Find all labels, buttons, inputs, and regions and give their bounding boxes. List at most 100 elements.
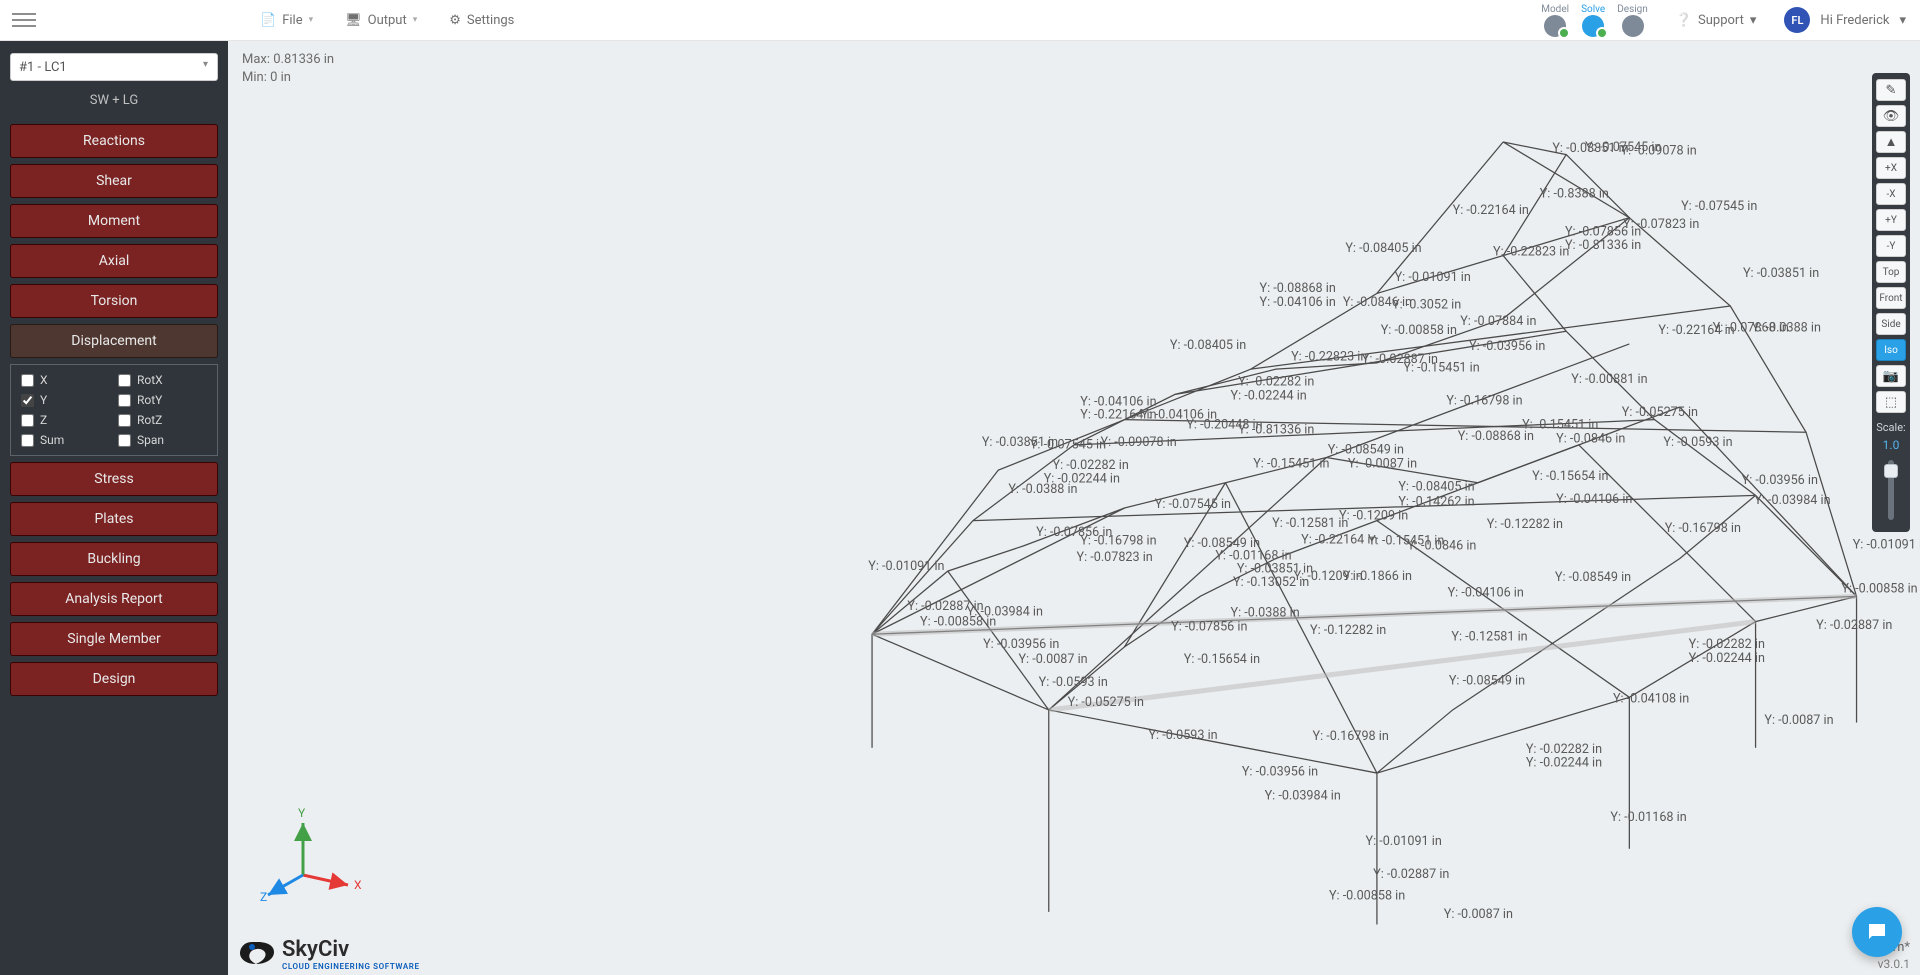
btn-moment[interactable]: Moment [10,204,218,238]
chk-rotx[interactable]: RotX [118,373,207,387]
displacement-label: Y: -0.04106 in [1260,295,1336,310]
tool-screenshot[interactable]: 📷 [1876,365,1906,387]
displacement-label: Y: -0.15451 in [1253,457,1329,472]
displacement-label: Y: -0.12282 in [1310,623,1386,638]
btn-design[interactable]: Design [10,662,218,696]
view-iso[interactable]: Iso [1876,339,1906,361]
tool-contour[interactable]: ▲ [1876,131,1906,153]
btn-single[interactable]: Single Member [10,622,218,656]
displacement-label: Y: -0.03956 in [1742,473,1818,488]
displacement-label: Y: -0.12581 in [1451,630,1527,645]
displacement-components: X RotX Y RotY Z RotZ Sum Span [10,364,218,456]
displacement-label: Y: -0.03956 in [1469,339,1545,354]
btn-displacement[interactable]: Displacement [10,324,218,358]
displacement-label: Y: -0.0846 in [1407,539,1476,554]
displacement-label: Y: -0.0593 in [1039,675,1108,690]
displacement-label: Y: -0.81336 in [1565,238,1641,253]
chk-z[interactable]: Z [21,413,110,427]
displacement-label: Y: -0.03984 in [1265,789,1341,804]
chk-roty[interactable]: RotY [118,393,207,407]
view-front[interactable]: Front [1876,287,1906,309]
view-minus-x[interactable]: -X [1876,183,1906,205]
displacement-label: Y: -0.01168 in [1610,810,1686,825]
displacement-label: Y: -0.1209 in [1294,569,1363,584]
skyciv-logo: SkyCiv CLOUD ENGINEERING SOFTWARE [238,937,420,971]
displacement-label: Y: -0.0087 in [1764,713,1833,728]
tool-visibility[interactable]: 👁 [1876,105,1906,127]
displacement-label: Y: -0.0087 in [1348,457,1417,472]
displacement-label: Y: -0.15654 in [1184,652,1260,667]
btn-reactions[interactable]: Reactions [10,124,218,158]
stage-model[interactable]: Model [1541,4,1569,37]
displacement-label: Y: -0.22164 in [1301,532,1377,547]
displacement-label: Y: -0.02282 in [1526,742,1602,757]
displacement-label: Y: -0.02282 in [1689,637,1765,652]
viewport[interactable]: Max: 0.81336 in Min: 0 in [228,41,1920,975]
displacement-label: Y: -0.07856 in [1171,619,1247,634]
tool-cube[interactable]: ⬚ [1876,391,1906,413]
displacement-label: Y: -0.0087 in [1444,907,1513,922]
chk-x[interactable]: X [21,373,110,387]
displacement-label: Y: -0.22823 in [1493,245,1569,260]
btn-shear[interactable]: Shear [10,164,218,198]
displacement-label: Y: -0.16798 in [1080,534,1156,549]
displacement-label: Y: -0.01091 in [1853,537,1920,552]
displacement-label: Y: -0.22823 in [1291,349,1367,364]
displacement-label: Y: -0.0593 in [1663,435,1732,450]
view-side[interactable]: Side [1876,313,1906,335]
displacement-label: Y: -0.01091 in [868,559,944,574]
displacement-label: Y: -0.08549 in [1328,443,1404,458]
displacement-label: Y: -0.07823 in [1077,550,1153,565]
displacement-label: Y: -0.08868 in [1260,281,1336,296]
displacement-label: Y: -0.05275 in [1622,405,1698,420]
axis-z-label: Z [260,890,267,904]
view-top[interactable]: Top [1876,261,1906,283]
displacement-label: Y: -0.03956 in [983,637,1059,652]
menu-settings[interactable]: ⚙ Settings [449,13,514,28]
view-plus-y[interactable]: +Y [1876,209,1906,231]
btn-buckling[interactable]: Buckling [10,542,218,576]
displacement-label: Y: -0.08405 in [1345,241,1421,256]
displacement-label: Y: -0.0846 in [1556,431,1625,446]
btn-stress[interactable]: Stress [10,462,218,496]
view-plus-x[interactable]: +X [1876,157,1906,179]
menu-output[interactable]: 🖥 Output ▾ [345,13,417,28]
displacement-label: Y: -0.16798 in [1313,729,1389,744]
btn-report[interactable]: Analysis Report [10,582,218,616]
support-menu[interactable]: ❔ Support ▾ [1676,13,1757,28]
stage-solve[interactable]: Solve [1581,4,1605,37]
displacement-label: Y: -0.03984 in [1754,493,1830,508]
chat-launcher[interactable] [1852,907,1902,957]
chk-span[interactable]: Span [118,433,207,447]
view-minus-y[interactable]: -Y [1876,235,1906,257]
displacement-label: Y: -0.02244 in [1044,472,1120,487]
scale-slider[interactable] [1888,460,1894,520]
displacement-label: Y: -0.07884 in [1460,314,1536,329]
scale-label: Scale: [1876,421,1905,434]
menu-file[interactable]: 📄 File ▾ [260,13,313,28]
tool-pencil[interactable]: ✎ [1876,79,1906,101]
stage-design[interactable]: Design [1617,4,1648,37]
displacement-label: Y: -0.14262 in [1398,494,1474,509]
chk-rotz[interactable]: RotZ [118,413,207,427]
axis-y-label: Y [298,806,306,820]
displacement-label: Y: -0.22164 in [1453,203,1529,218]
displacement-label: Y: -0.00858 in [1329,888,1405,903]
btn-torsion[interactable]: Torsion [10,284,218,318]
displacement-label: Y: -0.3052 in [1392,298,1461,313]
displacement-label: Y: -0.01091 in [1395,270,1471,285]
hamburger-menu[interactable] [12,8,36,32]
displacement-label: Y: -0.00858 in [1841,582,1917,597]
user-menu[interactable]: FL Hi Frederick ▾ [1784,7,1906,33]
displacement-label: Y: -0.04106 in [1556,492,1632,507]
chk-sum[interactable]: Sum [21,433,110,447]
displacement-label: Y: -0.03956 in [1242,765,1318,780]
btn-plates[interactable]: Plates [10,502,218,536]
loadcase-select[interactable]: #1 - LC1 [10,53,218,81]
displacement-label: Y: -0.02244 in [1689,651,1765,666]
displacement-label: Y: -0.04108 in [1613,691,1689,706]
btn-axial[interactable]: Axial [10,244,218,278]
displacement-label: Y: -0.0087 in [1018,652,1087,667]
chk-y[interactable]: Y [21,393,110,407]
displacement-label: Y: -0.08549 in [1449,674,1525,689]
